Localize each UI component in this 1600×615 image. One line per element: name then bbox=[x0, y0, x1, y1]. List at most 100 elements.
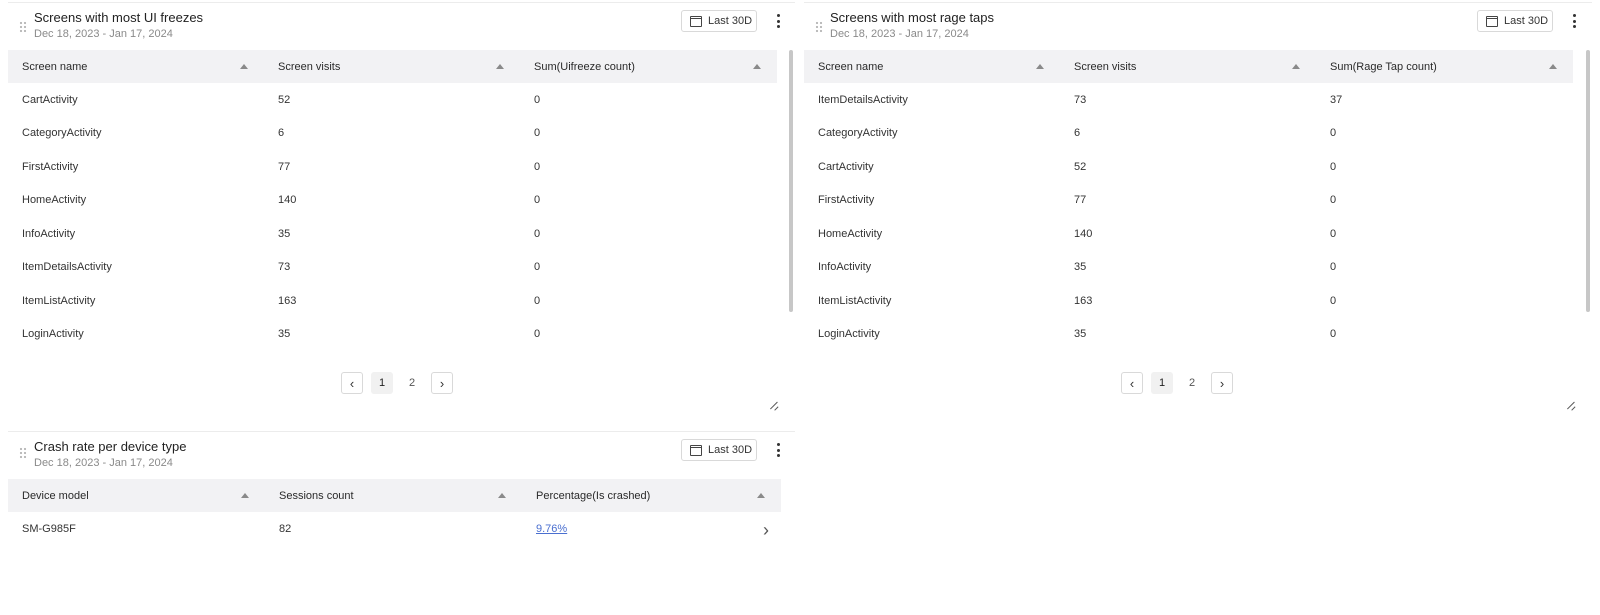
table-cell: LoginActivity bbox=[22, 328, 84, 341]
page-button[interactable]: 1 bbox=[371, 372, 393, 394]
table-cell: 77 bbox=[1074, 194, 1087, 207]
table-cell: 0 bbox=[534, 127, 541, 140]
sort-ascending-icon[interactable] bbox=[496, 64, 504, 69]
table-cell: InfoActivity bbox=[818, 261, 872, 274]
divider bbox=[8, 431, 795, 432]
sort-ascending-icon[interactable] bbox=[240, 64, 248, 69]
table-row: HomeActivity 140 0 bbox=[804, 217, 1573, 251]
table-cell: HomeActivity bbox=[22, 194, 87, 207]
chevron-right-icon[interactable]: › bbox=[1211, 372, 1233, 394]
table-cell: 52 bbox=[1074, 160, 1087, 173]
column-header-label: Sessions count bbox=[279, 489, 354, 502]
table-cell: 35 bbox=[1074, 328, 1087, 341]
table-cell: 0 bbox=[534, 294, 541, 307]
date-range-button[interactable]: Last 30D bbox=[681, 10, 757, 32]
table-cell: HomeActivity bbox=[818, 227, 883, 240]
sort-ascending-icon[interactable] bbox=[241, 493, 249, 498]
more-vertical-icon[interactable] bbox=[770, 12, 788, 30]
column-header-label: Percentage(Is crashed) bbox=[536, 489, 651, 502]
table-cell: 35 bbox=[278, 227, 291, 240]
table-cell: 52 bbox=[278, 93, 291, 106]
column-header-label: Screen visits bbox=[1074, 60, 1137, 73]
column-header[interactable]: Sum(Uifreeze count) bbox=[520, 50, 777, 83]
column-header-label: Sum(Rage Tap count) bbox=[1330, 60, 1437, 73]
more-vertical-icon[interactable] bbox=[770, 441, 788, 459]
chevron-left-icon[interactable]: ‹ bbox=[341, 372, 363, 394]
calendar-icon bbox=[690, 15, 702, 27]
resize-handle-icon[interactable] bbox=[769, 400, 779, 410]
date-range-button[interactable]: Last 30D bbox=[1477, 10, 1553, 32]
sort-ascending-icon[interactable] bbox=[498, 493, 506, 498]
table-cell: 0 bbox=[534, 328, 541, 341]
page-button[interactable]: 2 bbox=[401, 372, 423, 394]
column-header[interactable]: Sum(Rage Tap count) bbox=[1316, 50, 1573, 83]
calendar-icon bbox=[1486, 15, 1498, 27]
column-header[interactable]: Screen name bbox=[8, 50, 264, 83]
table-cell: 0 bbox=[534, 227, 541, 240]
page-button[interactable]: 2 bbox=[1181, 372, 1203, 394]
table-row: ItemListActivity 163 0 bbox=[8, 284, 777, 318]
table-cell: 6 bbox=[278, 127, 285, 140]
date-range-label: Last 30D bbox=[708, 444, 753, 456]
column-header[interactable]: Screen visits bbox=[264, 50, 520, 83]
widget-crash-rate: Crash rate per device type Dec 18, 2023 … bbox=[8, 429, 795, 561]
table-row: CartActivity 52 0 bbox=[8, 83, 777, 117]
column-header-label: Screen name bbox=[818, 60, 884, 73]
table-row: HomeActivity 140 0 bbox=[8, 184, 777, 218]
widget-date-range: Dec 18, 2023 - Jan 17, 2024 bbox=[830, 28, 969, 40]
ui-freezes-table: Screen name Screen visits Sum(Uifreeze c… bbox=[8, 50, 777, 351]
widget-ui-freezes: Screens with most UI freezes Dec 18, 202… bbox=[8, 0, 795, 422]
table-cell: 37 bbox=[1330, 93, 1343, 106]
divider bbox=[8, 2, 795, 3]
table-row: FirstActivity 77 0 bbox=[8, 150, 777, 184]
sort-ascending-icon[interactable] bbox=[1036, 64, 1044, 69]
table-cell: 0 bbox=[1330, 328, 1337, 341]
calendar-icon bbox=[690, 444, 702, 456]
chevron-right-icon[interactable]: › bbox=[763, 520, 769, 541]
more-vertical-icon[interactable] bbox=[1566, 12, 1584, 30]
table-cell: ItemDetailsActivity bbox=[22, 261, 112, 274]
sort-ascending-icon[interactable] bbox=[1292, 64, 1300, 69]
column-header[interactable]: Sessions count bbox=[265, 479, 522, 512]
pagination: ‹ 1 2 › bbox=[341, 372, 453, 394]
widget-rage-taps: Screens with most rage taps Dec 18, 2023… bbox=[804, 0, 1592, 422]
table-cell: 0 bbox=[534, 160, 541, 173]
sort-ascending-icon[interactable] bbox=[757, 493, 765, 498]
drag-handle-icon[interactable] bbox=[815, 21, 823, 33]
table-cell: 0 bbox=[1330, 194, 1337, 207]
crash-rate-table: Device model Sessions count Percentage(I… bbox=[8, 479, 781, 546]
table-cell: 73 bbox=[1074, 93, 1087, 106]
table-row: LoginActivity 35 0 bbox=[804, 318, 1573, 352]
table-cell: 0 bbox=[1330, 227, 1337, 240]
column-header[interactable]: Device model bbox=[8, 479, 265, 512]
sort-ascending-icon[interactable] bbox=[753, 64, 761, 69]
percentage-link[interactable]: 9.76% bbox=[536, 523, 567, 535]
pagination: ‹ 1 2 › bbox=[1121, 372, 1233, 394]
drag-handle-icon[interactable] bbox=[19, 447, 27, 459]
column-header[interactable]: Screen visits bbox=[1060, 50, 1316, 83]
chevron-left-icon[interactable]: ‹ bbox=[1121, 372, 1143, 394]
widget-title: Screens with most UI freezes bbox=[34, 10, 204, 25]
column-header[interactable]: Screen name bbox=[804, 50, 1060, 83]
table-row: FirstActivity 77 0 bbox=[804, 184, 1573, 218]
table-cell: 0 bbox=[1330, 127, 1337, 140]
date-range-label: Last 30D bbox=[708, 15, 753, 27]
table-row[interactable]: SM-G985F 82 9.76% › bbox=[8, 512, 781, 546]
drag-handle-icon[interactable] bbox=[19, 21, 27, 33]
scrollbar[interactable] bbox=[789, 50, 793, 312]
chevron-right-icon[interactable]: › bbox=[431, 372, 453, 394]
column-header-label: Sum(Uifreeze count) bbox=[534, 60, 635, 73]
resize-handle-icon[interactable] bbox=[1566, 400, 1576, 410]
table-cell: ItemDetailsActivity bbox=[818, 93, 908, 106]
scrollbar[interactable] bbox=[1586, 50, 1590, 312]
date-range-button[interactable]: Last 30D bbox=[681, 439, 757, 461]
divider bbox=[804, 2, 1592, 3]
widget-title: Screens with most rage taps bbox=[830, 10, 995, 25]
widget-date-range: Dec 18, 2023 - Jan 17, 2024 bbox=[34, 28, 173, 40]
table-row: LoginActivity 35 0 bbox=[8, 318, 777, 352]
table-cell: 6 bbox=[1074, 127, 1081, 140]
sort-ascending-icon[interactable] bbox=[1549, 64, 1557, 69]
column-header[interactable]: Percentage(Is crashed) bbox=[522, 479, 781, 512]
page-button[interactable]: 1 bbox=[1151, 372, 1173, 394]
table-cell: 77 bbox=[278, 160, 291, 173]
